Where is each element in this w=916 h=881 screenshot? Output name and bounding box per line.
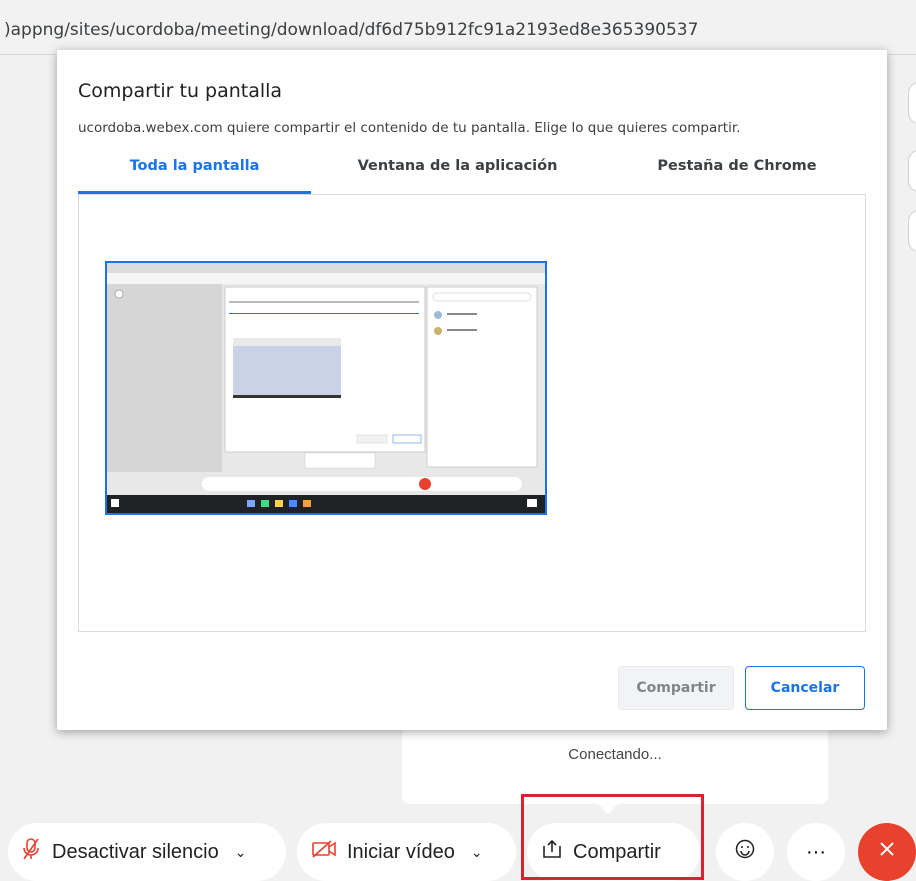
chevron-down-icon[interactable]: ⌄ <box>235 844 247 861</box>
end-call-button[interactable] <box>858 823 916 881</box>
screen-list-panel <box>78 194 866 632</box>
reactions-button[interactable] <box>716 823 774 881</box>
tab-entire-screen[interactable]: Toda la pantalla <box>78 158 311 174</box>
dialog-title: Compartir tu pantalla <box>78 80 283 102</box>
close-icon <box>878 840 896 864</box>
connecting-panel: Conectando... <box>402 730 828 804</box>
unmute-button[interactable]: Desactivar silencio ⌄ <box>8 823 286 881</box>
more-icon: ··· <box>806 840 826 863</box>
tab-application-window[interactable]: Ventana de la aplicación <box>325 158 590 174</box>
start-video-label: Iniciar vídeo <box>347 840 455 863</box>
start-video-button[interactable]: Iniciar vídeo ⌄ <box>297 823 516 881</box>
cancel-button[interactable]: Cancelar <box>745 666 865 710</box>
side-button[interactable] <box>908 150 916 192</box>
highlight-box <box>521 794 704 880</box>
address-bar[interactable]: )appng/sites/ucordoba/meeting/download/d… <box>0 0 916 55</box>
url-text[interactable]: )appng/sites/ucordoba/meeting/download/d… <box>4 20 698 40</box>
side-button[interactable] <box>908 82 916 124</box>
screen-preview-image <box>107 263 545 513</box>
share-button[interactable]: Compartir <box>618 666 734 710</box>
chevron-down-icon[interactable]: ⌄ <box>471 844 483 861</box>
unmute-label: Desactivar silencio <box>52 840 219 863</box>
video-off-icon <box>311 839 337 865</box>
tab-chrome-tab[interactable]: Pestaña de Chrome <box>617 158 857 174</box>
screen-thumbnail[interactable] <box>105 261 547 515</box>
side-button[interactable] <box>908 210 916 252</box>
connecting-text: Conectando... <box>568 746 662 763</box>
more-options-button[interactable]: ··· <box>787 823 845 881</box>
mic-off-icon <box>22 837 40 867</box>
dialog-subtitle: ucordoba.webex.com quiere compartir el c… <box>78 120 741 136</box>
emoji-icon <box>734 838 756 866</box>
share-screen-dialog: Compartir tu pantalla ucordoba.webex.com… <box>57 50 887 730</box>
